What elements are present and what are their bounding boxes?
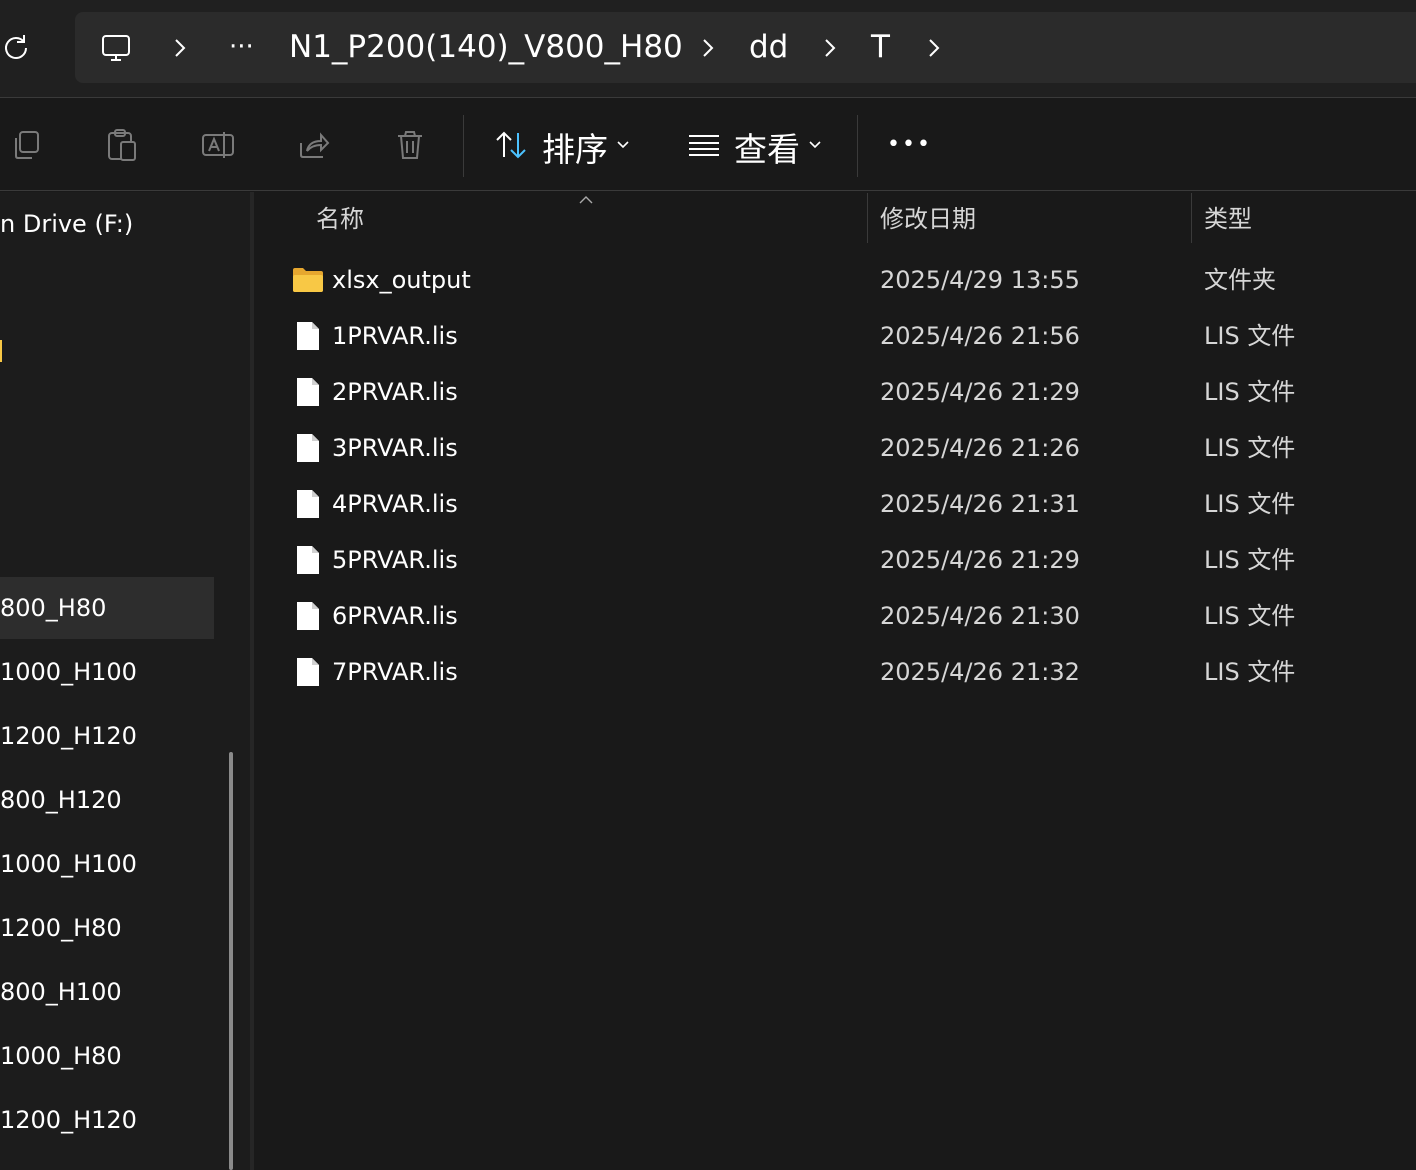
file-icon (292, 600, 324, 632)
sidebar-item[interactable]: 1000_H100 (0, 641, 214, 703)
column-header-modified[interactable]: 修改日期 (880, 198, 976, 240)
file-type: 文件夹 (1204, 266, 1276, 294)
divider (0, 190, 1416, 191)
file-type: LIS 文件 (1204, 490, 1296, 518)
address-bar[interactable]: ··· N1_P200(140)_V800_H80 dd T (75, 12, 1416, 83)
more-options-button[interactable]: ••• (887, 124, 932, 166)
chevron-right-icon[interactable] (173, 12, 187, 83)
breadcrumb-item[interactable]: N1_P200(140)_V800_H80 (289, 12, 683, 83)
file-icon (292, 320, 324, 352)
this-pc-icon[interactable] (100, 12, 132, 83)
file-modified: 2025/4/26 21:32 (880, 658, 1080, 686)
file-modified: 2025/4/26 21:29 (880, 378, 1080, 406)
view-button[interactable]: 查看 (734, 129, 800, 171)
sidebar-scrollbar[interactable] (229, 752, 233, 1170)
column-divider[interactable] (867, 193, 868, 243)
file-modified: 2025/4/26 21:56 (880, 322, 1080, 350)
view-icon[interactable] (687, 128, 721, 162)
breadcrumb-overflow[interactable]: ··· (229, 12, 254, 83)
sidebar-item[interactable]: 800_H120 (0, 769, 214, 831)
file-icon (292, 544, 324, 576)
rename-icon[interactable] (201, 128, 235, 162)
file-type: LIS 文件 (1204, 322, 1296, 350)
toolbar-separator (857, 115, 858, 177)
file-row[interactable]: 4PRVAR.lis 2025/4/26 21:31 LIS 文件 (262, 476, 1416, 532)
chevron-down-icon[interactable] (612, 128, 634, 162)
file-name: xlsx_output (332, 266, 471, 294)
chevron-right-icon[interactable] (701, 12, 715, 83)
file-type: LIS 文件 (1204, 546, 1296, 574)
file-name: 3PRVAR.lis (332, 434, 458, 462)
file-row[interactable]: 2PRVAR.lis 2025/4/26 21:29 LIS 文件 (262, 364, 1416, 420)
file-modified: 2025/4/26 21:31 (880, 490, 1080, 518)
file-type: LIS 文件 (1204, 658, 1296, 686)
delete-icon[interactable] (393, 128, 427, 162)
file-icon (292, 432, 324, 464)
sort-icon[interactable] (494, 128, 528, 162)
sidebar-item[interactable]: 1200_H80 (0, 897, 214, 959)
file-row[interactable]: 6PRVAR.lis 2025/4/26 21:30 LIS 文件 (262, 588, 1416, 644)
column-divider[interactable] (1191, 193, 1192, 243)
sidebar-item[interactable]: 1200_H120 (0, 705, 214, 767)
file-row[interactable]: xlsx_output 2025/4/29 13:55 文件夹 (262, 252, 1416, 308)
file-row[interactable]: 1PRVAR.lis 2025/4/26 21:56 LIS 文件 (262, 308, 1416, 364)
sort-button[interactable]: 排序 (542, 129, 608, 171)
file-icon (292, 488, 324, 520)
sort-up-icon (578, 190, 594, 209)
copy-icon[interactable] (9, 128, 43, 162)
file-type: LIS 文件 (1204, 378, 1296, 406)
file-name: 7PRVAR.lis (332, 658, 458, 686)
sidebar-item[interactable]: 800_H80 (0, 577, 214, 639)
sidebar-item[interactable]: 1000_H100 (0, 833, 214, 895)
folder-icon (292, 264, 324, 296)
sidebar-item[interactable]: 800_H100 (0, 961, 214, 1023)
pane-splitter[interactable] (250, 192, 254, 1170)
file-row[interactable]: 7PRVAR.lis 2025/4/26 21:32 LIS 文件 (262, 644, 1416, 700)
pinned-marker (0, 340, 2, 362)
file-modified: 2025/4/26 21:29 (880, 546, 1080, 574)
file-icon (292, 656, 324, 688)
file-icon (292, 376, 324, 408)
file-name: 1PRVAR.lis (332, 322, 458, 350)
paste-icon[interactable] (105, 128, 139, 162)
file-name: 5PRVAR.lis (332, 546, 458, 574)
file-modified: 2025/4/26 21:30 (880, 602, 1080, 630)
file-name: 4PRVAR.lis (332, 490, 458, 518)
file-row[interactable]: 5PRVAR.lis 2025/4/26 21:29 LIS 文件 (262, 532, 1416, 588)
sidebar-item[interactable]: 1200_H120 (0, 1089, 214, 1151)
sidebar-item[interactable]: 1000_H80 (0, 1025, 214, 1087)
file-row[interactable]: 3PRVAR.lis 2025/4/26 21:26 LIS 文件 (262, 420, 1416, 476)
file-type: LIS 文件 (1204, 602, 1296, 630)
share-icon[interactable] (297, 128, 331, 162)
chevron-down-icon[interactable] (804, 128, 826, 162)
file-type: LIS 文件 (1204, 434, 1296, 462)
sidebar-item-drive[interactable]: n Drive (F:) (0, 193, 214, 255)
file-modified: 2025/4/26 21:26 (880, 434, 1080, 462)
column-header-type[interactable]: 类型 (1204, 198, 1252, 240)
column-header-name[interactable]: 名称 (316, 198, 364, 240)
toolbar-separator (463, 115, 464, 177)
refresh-icon[interactable] (0, 32, 30, 64)
chevron-right-icon[interactable] (823, 12, 837, 83)
file-modified: 2025/4/29 13:55 (880, 266, 1080, 294)
breadcrumb-item[interactable]: T (871, 12, 890, 83)
file-name: 6PRVAR.lis (332, 602, 458, 630)
file-name: 2PRVAR.lis (332, 378, 458, 406)
breadcrumb-item[interactable]: dd (749, 12, 788, 83)
chevron-right-icon[interactable] (927, 12, 941, 83)
